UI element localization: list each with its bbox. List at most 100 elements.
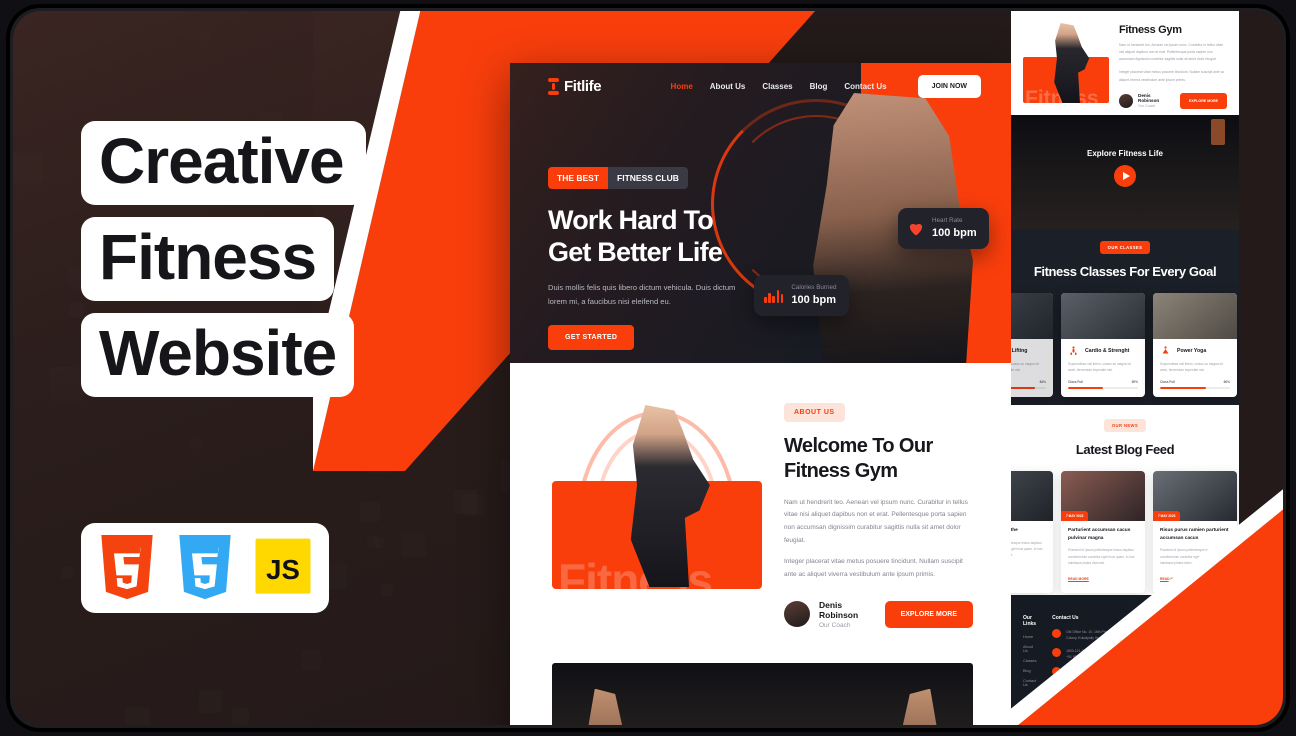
brand-name: Fitlife <box>564 78 601 95</box>
footer-links-heading: Our Links <box>1023 615 1038 627</box>
coach-row: Denis Robinson Our Coach EXPLORE MORE <box>784 600 973 629</box>
about-title-line-1: Welcome To Our <box>784 434 973 459</box>
blog-date: 7 MAY 2023 <box>1061 511 1088 521</box>
blog-title: Vestibulum for the <box>1011 527 1046 535</box>
svg-text:JS: JS <box>266 554 300 585</box>
class-percent: 66% <box>1224 380 1230 384</box>
blog-read-more-link[interactable]: READ MORE <box>1068 577 1089 581</box>
blog-photo: 7 MAY 2023 <box>1011 471 1053 521</box>
css3-logo <box>173 535 237 601</box>
about-paragraph-1: Nam ut hendrerit leo. Aenean vel ipsum n… <box>784 497 973 548</box>
about-paragraph-2: Integer placerat vitae metus posuere tin… <box>784 556 973 581</box>
device-frame: Creative Fitness Website JS Fitlife Home… <box>6 4 1290 732</box>
device-screen: Creative Fitness Website JS Fitlife Home… <box>13 11 1283 725</box>
showcase-canvas: Creative Fitness Website JS Fitlife Home… <box>0 0 1296 736</box>
footer-contact-heading: Contact Us <box>1052 615 1121 621</box>
class-meta-label: Class Full <box>1068 380 1083 384</box>
blog-desc: Praesent id ipsum pellentesque lectus da… <box>1068 547 1138 566</box>
promo-headline: Creative Fitness Website <box>81 121 451 409</box>
about-watermark: Fitness <box>558 557 712 589</box>
right-about-paragraph-2: Integer placerat vitae metus posuere tin… <box>1119 69 1227 83</box>
headline-chip-3: Website <box>81 313 354 397</box>
classes-heading: Fitness Classes For Every Goal <box>1011 264 1239 279</box>
right-coach-role: Our Coach <box>1138 104 1169 108</box>
right-about-text: Fitness Gym Nam ut hendrerit leo. Aenean… <box>1119 21 1227 107</box>
footer-link[interactable]: About Us <box>1023 645 1038 653</box>
about-title-line-2: Fitness Gym <box>784 459 973 484</box>
coach-role: Our Coach <box>819 622 862 629</box>
explore-video-section: Explore Fitness Life <box>552 663 973 725</box>
class-desc: Suspendisse nisl libero, cursus ac magna… <box>1068 361 1138 374</box>
right-coach-row: Denis Robinson Our Coach EXPLORE MORE <box>1119 93 1227 109</box>
class-name: Cardio & Strenght <box>1085 348 1129 354</box>
right-about-section: Fitness Fitness Gym Nam ut hendrerit leo… <box>1011 11 1239 115</box>
brand-logo[interactable]: Fitlife <box>548 78 601 95</box>
class-photo <box>1153 293 1237 339</box>
class-name: Weight Lifting <box>1011 348 1027 354</box>
hero-tag-club: FITNESS CLUB <box>608 167 688 189</box>
class-desc: Suspendisse nisl libero, cursus ac magna… <box>1160 361 1230 374</box>
stat-value-heart-rate: 100 bpm <box>932 227 977 239</box>
about-pill: ABOUT US <box>784 403 845 422</box>
cardio-icon <box>1068 345 1079 356</box>
heart-icon <box>908 221 924 236</box>
hero-title-line-2: Get Better Life <box>548 237 848 269</box>
right-about-image: Fitness <box>1023 21 1109 105</box>
headline-chip-2: Fitness <box>81 217 334 301</box>
right-avatar <box>1119 94 1133 108</box>
footer-link[interactable]: Home <box>1023 635 1038 639</box>
hero-content: THE BEST FITNESS CLUB Work Hard To Get B… <box>548 167 848 350</box>
class-progress-bar <box>1068 387 1138 389</box>
class-card[interactable]: Cardio & Strenght Suspendisse nisl liber… <box>1061 293 1145 397</box>
blog-card[interactable]: 7 MAY 2023 Vestibulum for the Praesent i… <box>1011 471 1053 593</box>
class-photo <box>1011 293 1053 339</box>
site-navbar: Fitlife Home About Us Classes Blog Conta… <box>510 63 1011 109</box>
barbell-decoration <box>1211 119 1225 145</box>
javascript-logo: JS <box>251 535 315 601</box>
classes-badge: OUR CLASSES <box>1100 241 1151 254</box>
footer-link[interactable]: Blog <box>1023 669 1038 673</box>
right-video-title: Explore Fitness Life <box>1011 149 1239 158</box>
phone-icon <box>1052 648 1061 657</box>
nav-item-blog[interactable]: Blog <box>810 82 828 91</box>
dumbbell-icon <box>548 78 559 95</box>
yoga-icon <box>1160 345 1171 356</box>
about-text: ABOUT US Welcome To Our Fitness Gym Nam … <box>784 397 973 629</box>
class-percent: 84% <box>1040 380 1046 384</box>
hero-section: Fitlife Home About Us Classes Blog Conta… <box>510 63 1011 363</box>
join-now-button[interactable]: JOIN NOW <box>918 75 981 98</box>
class-photo <box>1061 293 1145 339</box>
explore-more-button[interactable]: EXPLORE MORE <box>885 601 973 628</box>
stat-label-heart-rate: Heart Rate <box>932 217 977 224</box>
bar-chart-icon <box>764 287 783 303</box>
right-explore-more-button[interactable]: EXPLORE MORE <box>1180 93 1227 109</box>
video-arm-right <box>903 689 937 725</box>
location-pin-icon <box>1052 629 1061 638</box>
nav-item-classes[interactable]: Classes <box>762 82 792 91</box>
nav-item-contact-us[interactable]: Contact Us <box>844 82 886 91</box>
class-card[interactable]: Power Yoga Suspendisse nisl libero, curs… <box>1153 293 1237 397</box>
blog-title: Risus purus ramien parturient accumsan c… <box>1160 527 1230 542</box>
right-about-paragraph-1: Nam ut hendrerit leo. Aenean vel ipsum n… <box>1119 42 1227 63</box>
right-play-button[interactable] <box>1114 165 1136 187</box>
html5-logo <box>95 535 159 601</box>
class-card[interactable]: Weight Lifting Suspendisse nisl libero, … <box>1011 293 1053 397</box>
blog-title: Parturient accumsan cacus pulvinar magna <box>1068 527 1138 542</box>
blog-card[interactable]: 7 MAY 2023 Parturient accumsan cacus pul… <box>1061 471 1145 593</box>
blog-photo: 7 MAY 2023 <box>1061 471 1145 521</box>
right-classes-section: OUR CLASSES Fitness Classes For Every Go… <box>1011 229 1239 405</box>
nav-item-about-us[interactable]: About Us <box>710 82 746 91</box>
nav-links: Home About Us Classes Blog Contact Us JO… <box>671 75 1011 98</box>
footer-link[interactable]: Classes <box>1023 659 1038 663</box>
get-started-button[interactable]: GET STARTED <box>548 325 634 350</box>
nav-item-home[interactable]: Home <box>671 82 693 91</box>
hero-tag-row: THE BEST FITNESS CLUB <box>548 167 688 189</box>
about-image: Fitness <box>552 397 762 593</box>
headline-chip-1: Creative <box>81 121 366 205</box>
stat-card-heart-rate: Heart Rate 100 bpm <box>898 208 989 249</box>
footer-link[interactable]: Contact Us <box>1023 679 1038 687</box>
tech-stack-card: JS <box>81 523 329 613</box>
main-page-mockup: Fitlife Home About Us Classes Blog Conta… <box>510 63 1011 725</box>
class-name: Power Yoga <box>1177 348 1206 354</box>
video-arm-left <box>588 689 622 725</box>
